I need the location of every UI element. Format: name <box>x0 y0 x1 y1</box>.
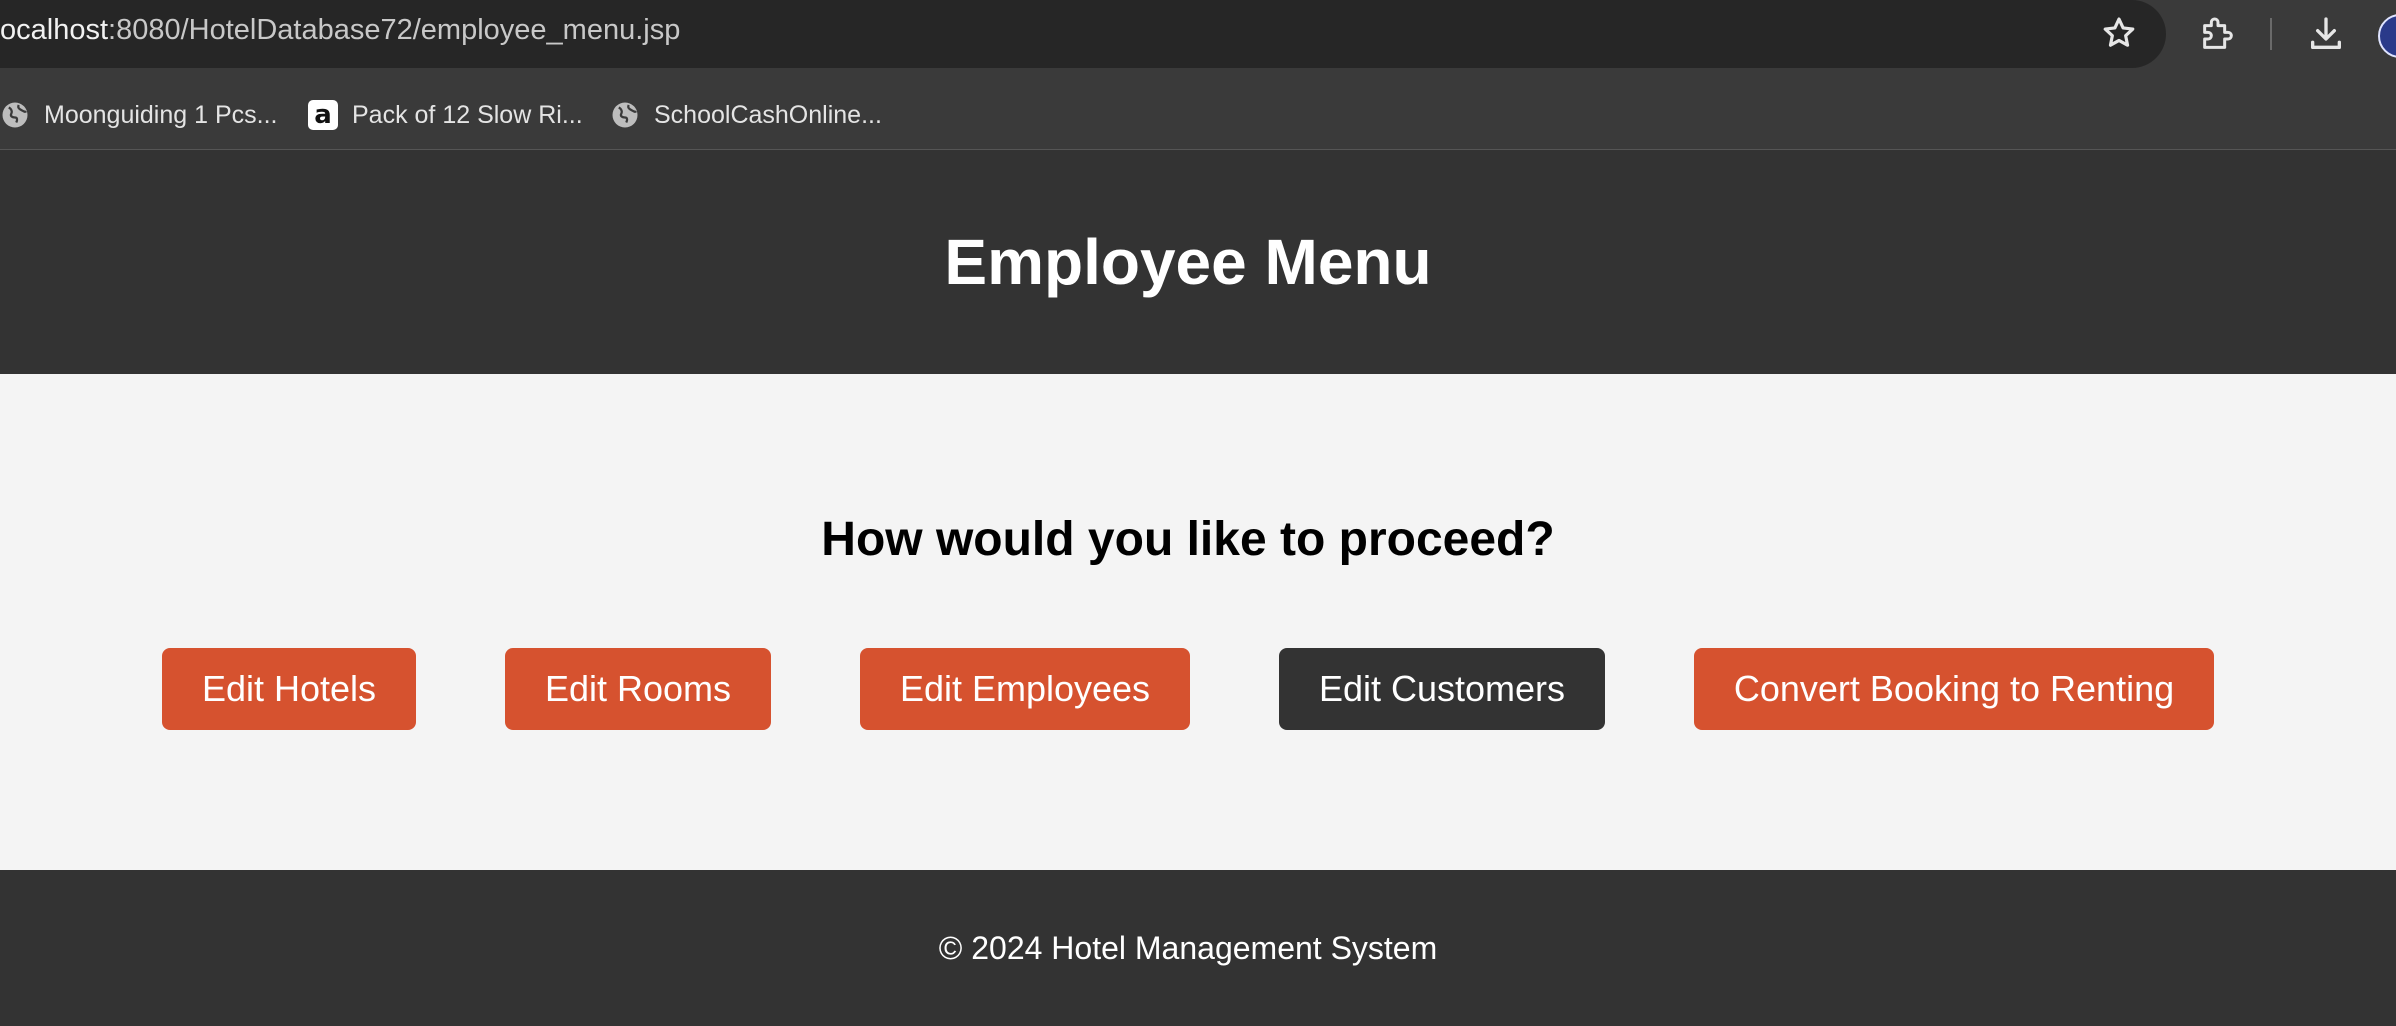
proceed-prompt: How would you like to proceed? <box>821 513 1555 566</box>
copyright-text: © 2024 Hotel Management System <box>938 929 1438 966</box>
page-footer: © 2024 Hotel Management System <box>0 870 2396 1026</box>
globe-icon <box>612 102 638 128</box>
browser-chrome: ocalhost:8080/HotelDatabase72/employee_m… <box>0 0 2396 150</box>
globe-icon <box>2 102 28 128</box>
edit-employees-button[interactable]: Edit Employees <box>860 648 1190 730</box>
page-header: Employee Menu <box>0 150 2396 374</box>
url-path: :8080/HotelDatabase72/employee_menu.jsp <box>108 14 681 46</box>
edit-rooms-button[interactable]: Edit Rooms <box>505 648 771 730</box>
bookmark-label: SchoolCashOnline... <box>654 100 882 129</box>
extensions-icon[interactable] <box>2198 14 2238 54</box>
profile-avatar[interactable] <box>2378 14 2396 58</box>
bookmark-label: Pack of 12 Slow Ri... <box>352 100 583 129</box>
edit-customers-button[interactable]: Edit Customers <box>1279 648 1605 730</box>
bookmarks-bar: Moonguiding 1 Pcs... a Pack of 12 Slow R… <box>0 68 2396 150</box>
bookmark-pack-of-12[interactable]: a Pack of 12 Slow Ri... <box>308 98 583 132</box>
bookmark-moonguiding[interactable]: Moonguiding 1 Pcs... <box>0 98 277 132</box>
download-icon[interactable] <box>2306 14 2346 54</box>
bookmark-label: Moonguiding 1 Pcs... <box>44 100 278 129</box>
address-bar[interactable]: ocalhost:8080/HotelDatabase72/employee_m… <box>0 0 2166 68</box>
main-content: How would you like to proceed? Edit Hote… <box>0 374 2396 870</box>
amazon-icon: a <box>308 100 338 130</box>
star-icon[interactable] <box>2100 14 2138 52</box>
edit-hotels-button[interactable]: Edit Hotels <box>162 648 416 730</box>
convert-booking-to-renting-button[interactable]: Convert Booking to Renting <box>1694 648 2214 730</box>
url-text[interactable]: ocalhost:8080/HotelDatabase72/employee_m… <box>0 14 680 47</box>
page-title: Employee Menu <box>944 226 1432 298</box>
url-host: ocalhost <box>0 14 109 46</box>
toolbar-divider <box>2270 18 2272 50</box>
bookmark-schoolcashonline[interactable]: SchoolCashOnline... <box>610 98 882 132</box>
